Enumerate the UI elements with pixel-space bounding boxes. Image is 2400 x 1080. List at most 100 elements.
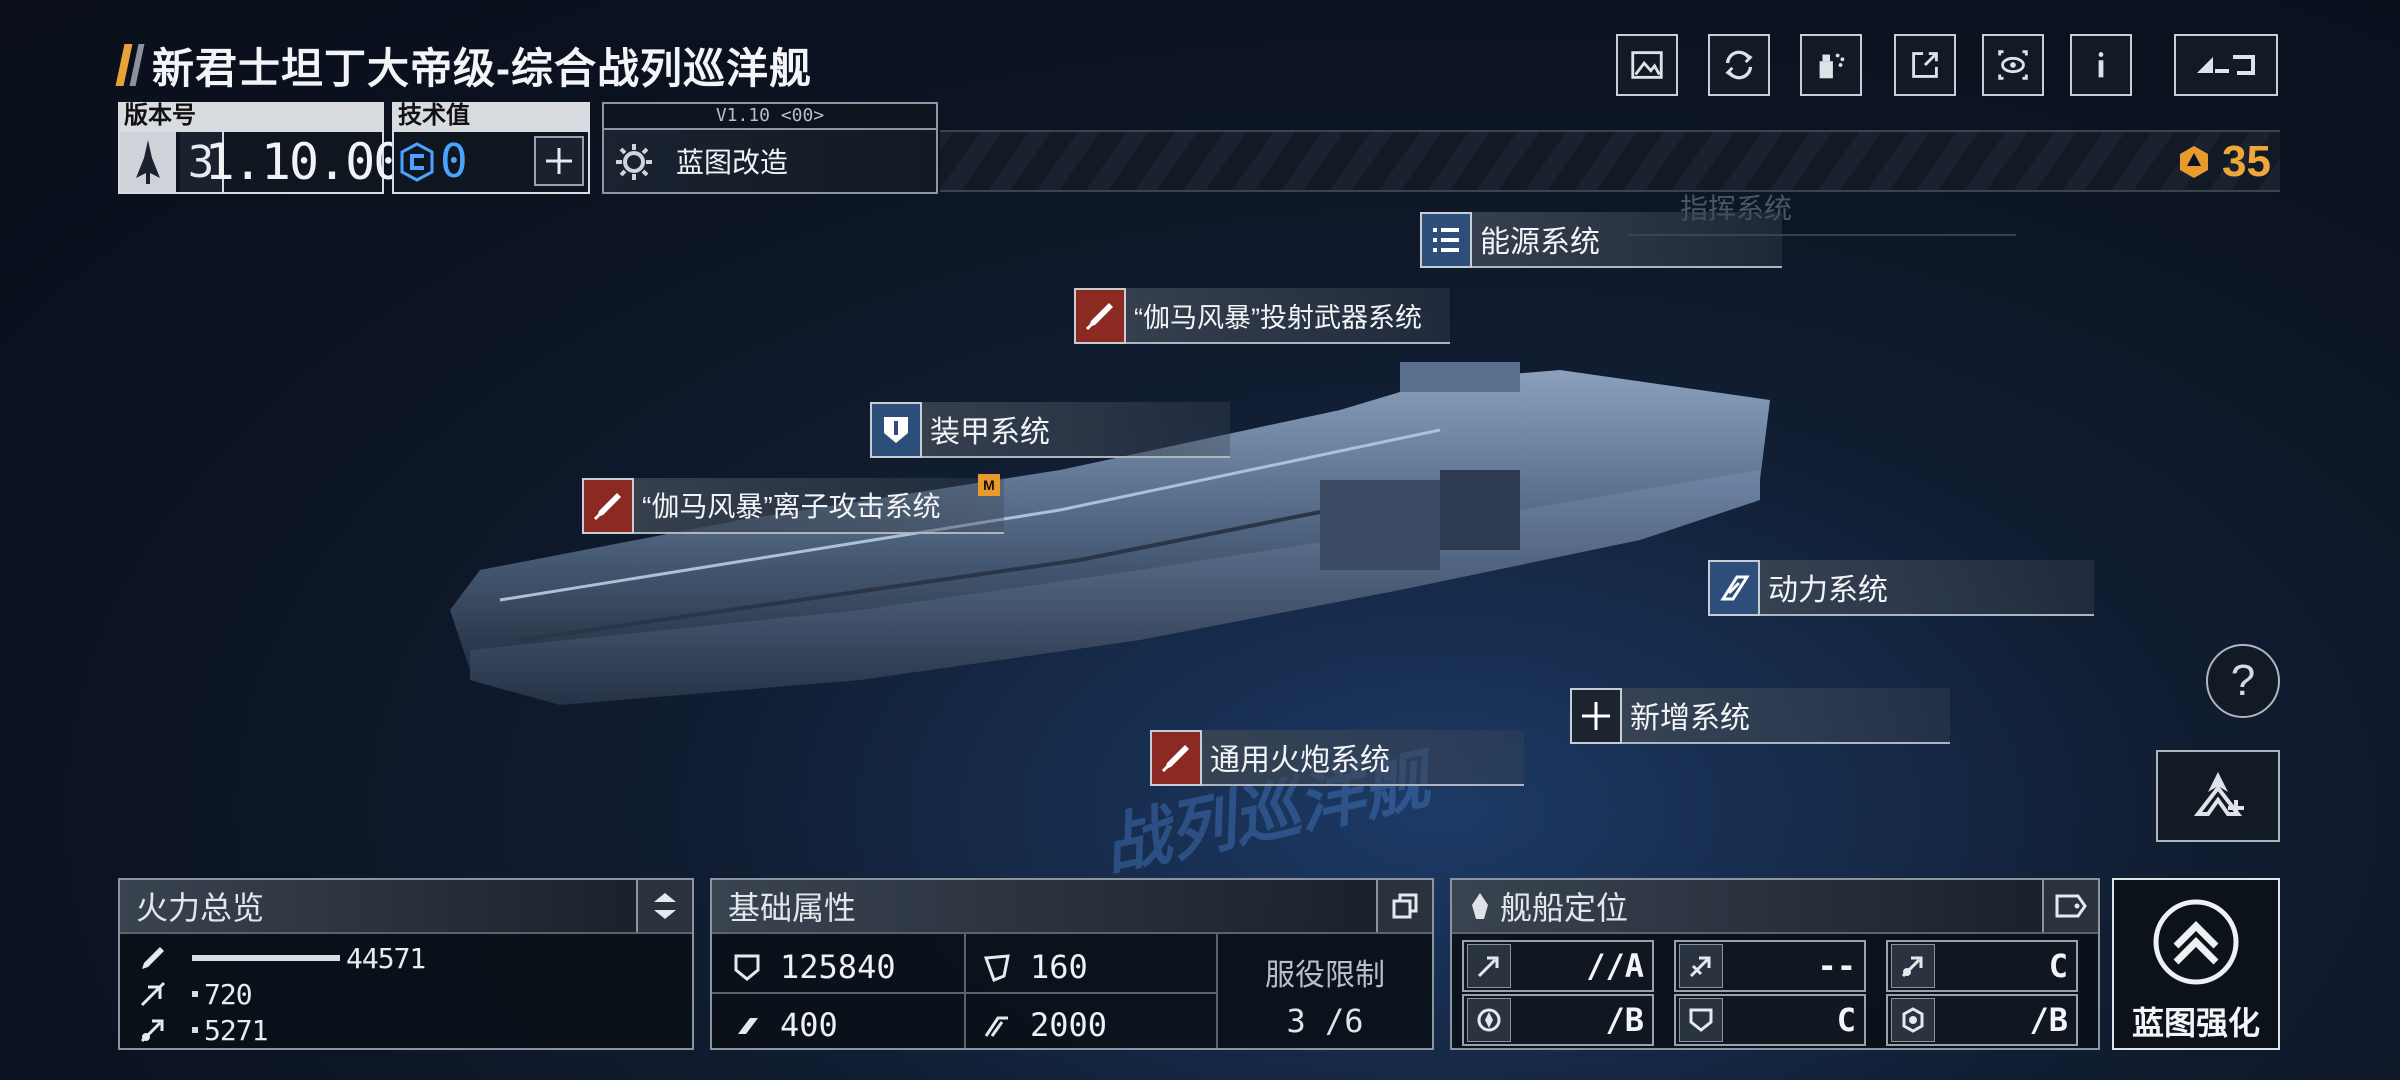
positioning-panel: 舰船定位 //A -- C /B C /B: [1450, 878, 2100, 1050]
info-button[interactable]: [2070, 34, 2132, 96]
range-stat: 2000: [982, 996, 1107, 1054]
module-badge: M: [978, 474, 1000, 496]
shield-icon: [1679, 998, 1723, 1042]
plus-icon: [1570, 688, 1622, 744]
role-grade-support: /B: [1462, 994, 1654, 1046]
share-button[interactable]: [1894, 34, 1956, 96]
page-title: 新君士坦丁大帝级-综合战列巡洋舰: [115, 40, 812, 92]
blueprint-version: V1.10 <00>: [602, 102, 938, 128]
coin-icon: [2180, 146, 2208, 178]
currency-display: 35: [2176, 134, 2271, 190]
attributes-detail-button[interactable]: [1376, 880, 1432, 932]
firepower-bar: [192, 991, 198, 997]
siege-icon: [140, 1019, 164, 1043]
refresh-button[interactable]: [1708, 34, 1770, 96]
speed-icon: [738, 1018, 758, 1034]
speed-stat: 400: [732, 996, 838, 1054]
ship-class-icon: [120, 132, 176, 192]
blueprint-enhance-label: 蓝图强化: [2131, 1005, 2260, 1041]
positioning-title: 舰船定位: [1500, 890, 1629, 926]
attributes-panel: 基础属性 125840 160 400 2000 服役限制 3 /6: [710, 878, 1434, 1050]
blueprint-modify-button[interactable]: 蓝图改造: [602, 128, 938, 194]
shield-icon: [734, 954, 760, 981]
copy-icon: [1392, 893, 1418, 919]
artillery-system[interactable]: 通用火炮系统: [1150, 730, 1524, 786]
energy-system[interactable]: 能源系统: [1420, 212, 1782, 268]
add-system[interactable]: 新增系统: [1570, 688, 1950, 744]
attributes-header: 基础属性: [712, 880, 1432, 934]
attack-icon: [1467, 944, 1511, 988]
firepower-bar: [192, 1027, 198, 1033]
hp-stat: 125840: [732, 938, 896, 996]
missile-icon: [582, 478, 634, 534]
attr-divider: [712, 992, 1216, 994]
attributes-title: 基础属性: [728, 890, 857, 926]
role-grade-utility: /B: [1886, 994, 2078, 1046]
back-button[interactable]: [2174, 34, 2278, 96]
sort-icon: [654, 893, 676, 919]
role-grade-siege: C: [1886, 940, 2078, 992]
anti-air-icon: [1679, 944, 1723, 988]
tag-icon: [2055, 894, 2087, 918]
rank-up-icon: [2193, 772, 2244, 816]
anti-air-icon: [140, 981, 166, 1007]
role-grade-anti-air: --: [1674, 940, 1866, 992]
grade-value: C: [1836, 1001, 1856, 1039]
view-mode-button[interactable]: [1982, 34, 2044, 96]
service-limit-value: 3 /6: [1286, 1002, 1364, 1040]
armor-stat: 160: [982, 938, 1088, 996]
title-accent-secondary: [129, 44, 145, 86]
share-icon: [1912, 52, 1938, 78]
tech-chip-icon: [400, 142, 434, 187]
armor-system-label: 装甲系统: [922, 402, 1230, 458]
missile-icon: [1150, 730, 1202, 786]
info-icon: [2098, 52, 2104, 78]
tech-value: 0: [440, 134, 468, 188]
firepower-value: 720: [204, 977, 253, 1011]
role-grade-attack: //A: [1462, 940, 1654, 992]
grade-value: --: [1817, 947, 1856, 985]
flame-icon: [1472, 893, 1488, 919]
armor-icon: [983, 954, 1010, 982]
firepower-title: 火力总览: [136, 890, 265, 926]
paint-button[interactable]: [1800, 34, 1862, 96]
range-icon: [984, 1016, 1008, 1037]
tech-label: 技术值: [392, 102, 590, 130]
firepower-header: 火力总览: [120, 880, 692, 934]
hp-value: 125840: [780, 948, 896, 986]
projectile-weapon-system[interactable]: “伽马风暴”投射武器系统: [1074, 288, 1450, 344]
add-system-label: 新增系统: [1622, 688, 1950, 744]
grade-value: /B: [2029, 1001, 2068, 1039]
gear-icon: [612, 140, 656, 189]
firepower-row: 720: [138, 976, 253, 1012]
missile-icon: [142, 947, 164, 969]
header-stripe-bar: [940, 130, 2280, 192]
gear-icon: [1891, 998, 1935, 1042]
version-value: 1.10.00: [204, 133, 404, 191]
firepower-toggle-button[interactable]: [636, 880, 692, 932]
thruster-icon: [1708, 560, 1760, 616]
grade-value: //A: [1586, 947, 1644, 985]
firepower-bar: [192, 955, 340, 961]
ion-attack-system[interactable]: “伽马风暴”离子攻击系统 M: [582, 474, 1004, 534]
back-icon: [2197, 55, 2255, 75]
double-chevron-up-icon: [2153, 899, 2239, 985]
ship-name: 新君士坦丁大帝级-综合战列巡洋舰: [152, 44, 812, 92]
speed-value: 400: [780, 1006, 838, 1044]
armor-system[interactable]: 装甲系统: [870, 402, 1230, 458]
role-grade-defense: C: [1674, 994, 1866, 1046]
screenshot-mode-button[interactable]: [1616, 34, 1678, 96]
power-system[interactable]: 动力系统: [1708, 560, 2094, 616]
refresh-icon: [1725, 50, 1753, 80]
help-button[interactable]: ?: [2206, 644, 2280, 718]
add-tech-button[interactable]: [534, 136, 584, 186]
eye-icon: [1998, 50, 2028, 80]
grade-value: /B: [1605, 1001, 1644, 1039]
energy-system-label: 能源系统: [1472, 212, 1782, 268]
firepower-row: 44571: [138, 940, 426, 976]
rank-button[interactable]: [2156, 750, 2280, 842]
service-limit-label: 服役限制: [1265, 959, 1385, 992]
blueprint-enhance-button[interactable]: 蓝图强化: [2112, 878, 2280, 1050]
attr-divider: [964, 934, 966, 1048]
positioning-detail-button[interactable]: [2042, 880, 2098, 932]
